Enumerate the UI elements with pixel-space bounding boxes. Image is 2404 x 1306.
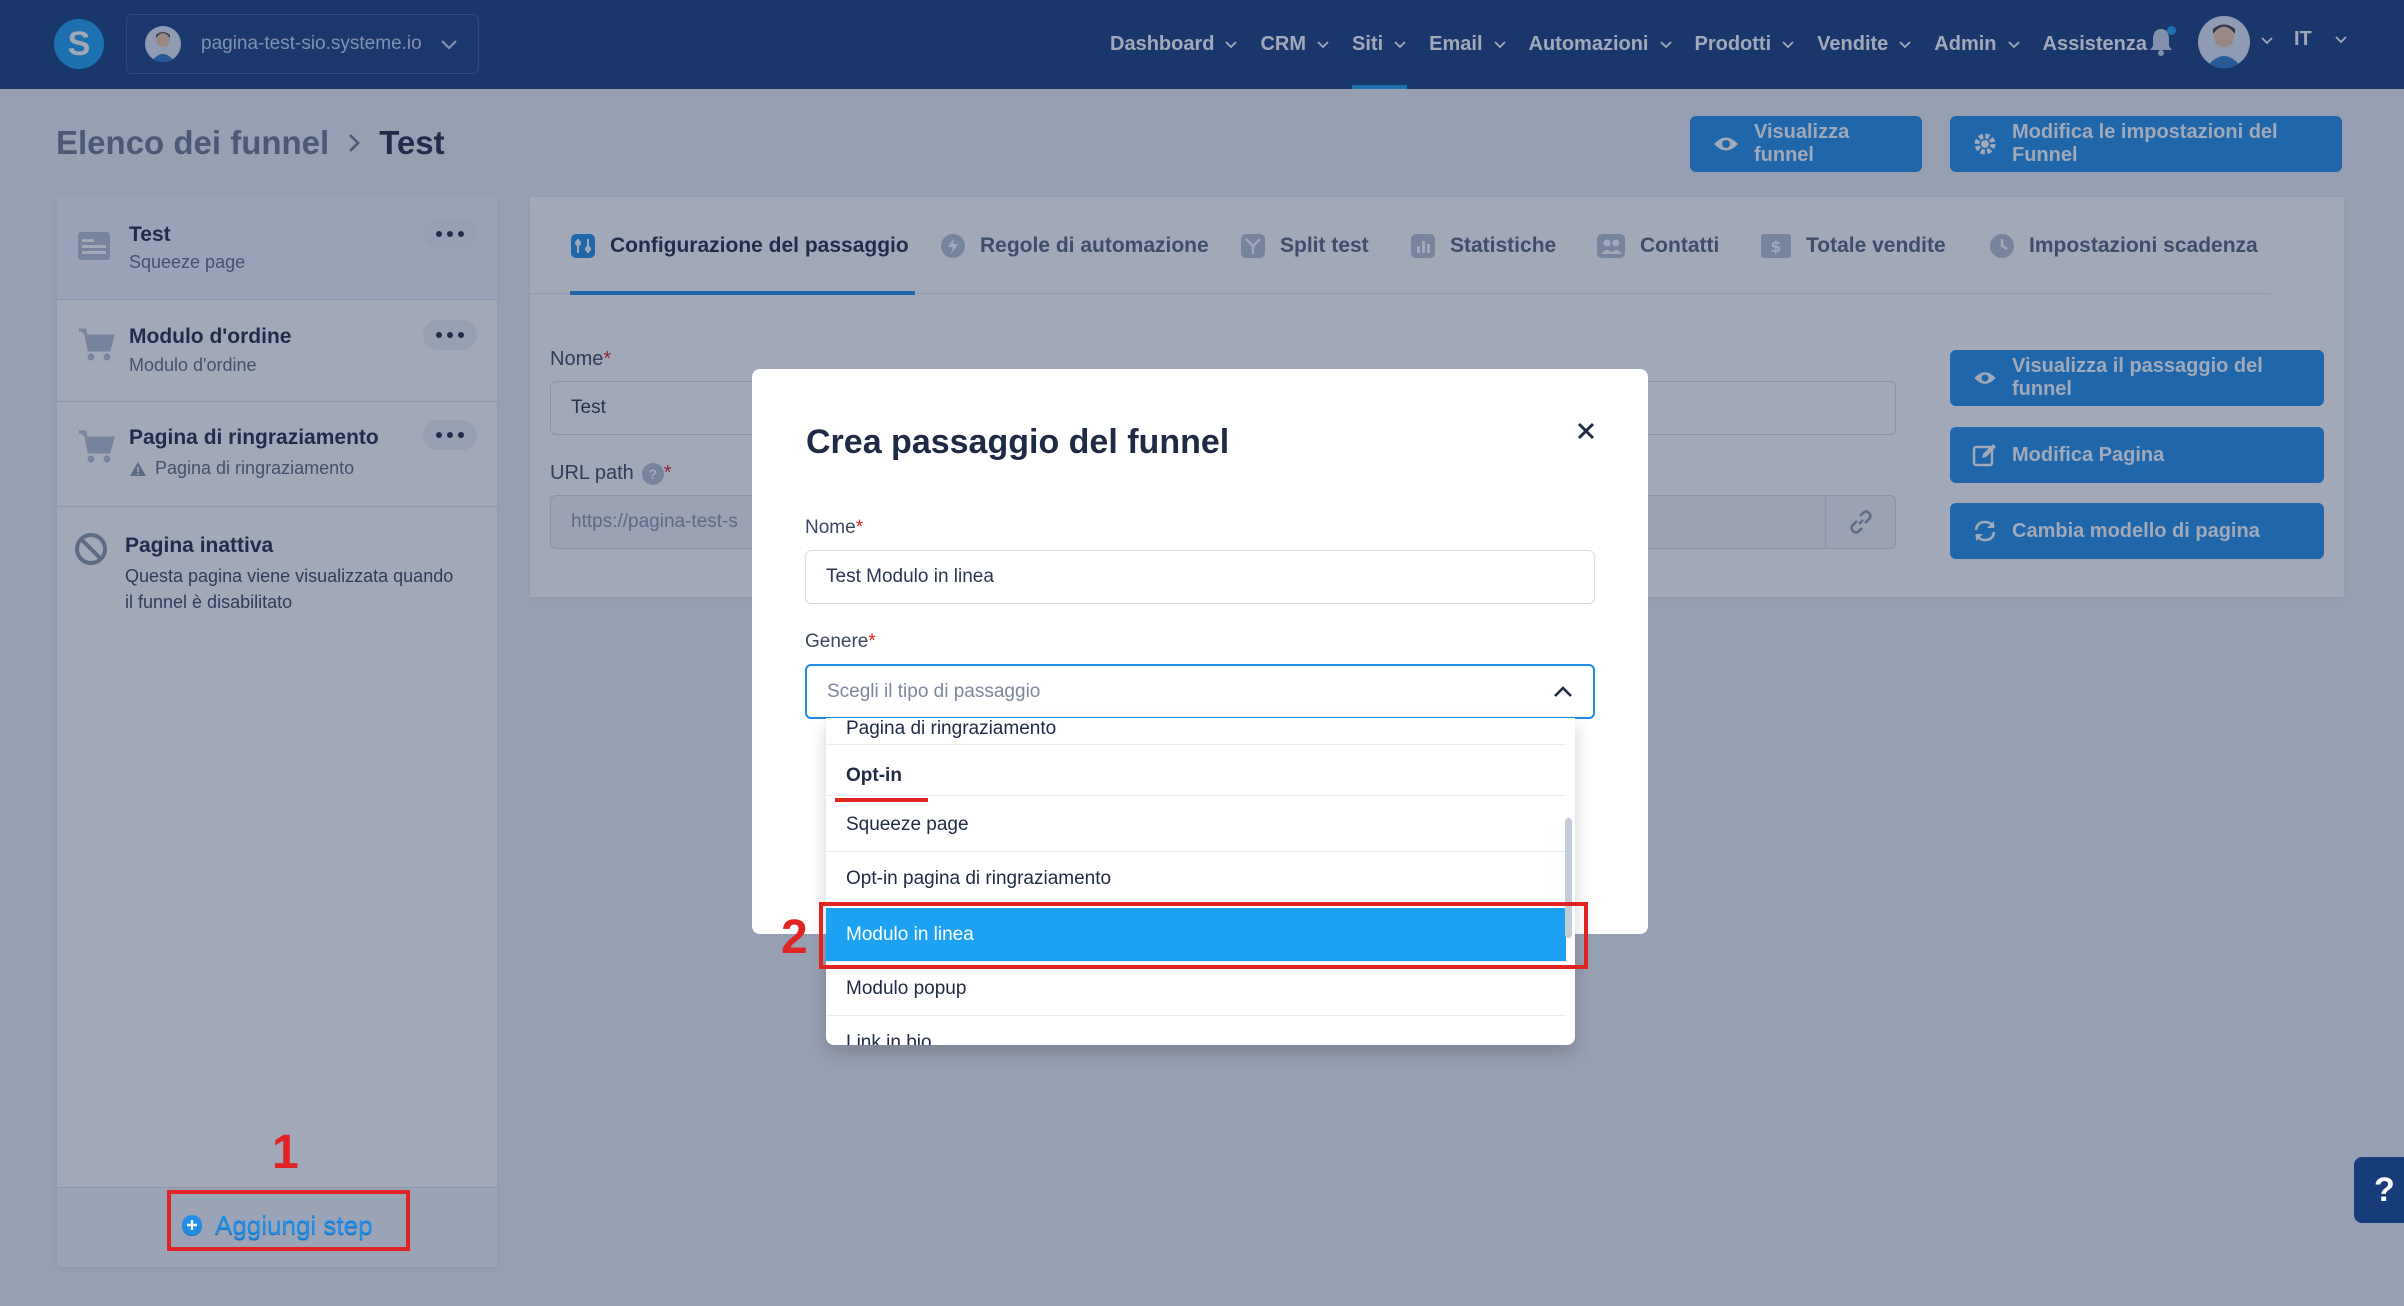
- dropdown-option[interactable]: Opt-in pagina di ringraziamento: [826, 852, 1566, 906]
- dropdown-option[interactable]: Modulo popup: [826, 962, 1566, 1016]
- step-type-select[interactable]: Scegli il tipo di passaggio: [805, 664, 1595, 719]
- dropdown-option[interactable]: Squeeze page: [826, 798, 1566, 852]
- modal-name-input[interactable]: Test Modulo in linea: [805, 550, 1595, 604]
- label-text: Genere: [805, 631, 869, 652]
- dropdown-option[interactable]: Pagina di ringraziamento: [826, 718, 1566, 745]
- annotation-number-1: 1: [272, 1126, 299, 1179]
- step-type-dropdown: Pagina di ringraziamento Opt-in Squeeze …: [826, 718, 1575, 1045]
- add-step-button-highlighted[interactable]: Aggiungi step: [181, 1207, 373, 1243]
- add-step-label: Aggiungi step: [215, 1209, 373, 1240]
- close-icon[interactable]: [1576, 421, 1596, 441]
- annotation-number-2: 2: [781, 911, 808, 964]
- select-placeholder: Scegli il tipo di passaggio: [827, 680, 1041, 702]
- required-mark: *: [855, 517, 864, 538]
- modal-name-label: Nome*: [805, 517, 863, 539]
- plus-circle-icon: [182, 1215, 202, 1235]
- label-text: Nome: [805, 517, 856, 538]
- modal-type-label: Genere*: [805, 631, 876, 653]
- dropdown-group-header: Opt-in: [826, 756, 1566, 796]
- annotation-underline-opt-in: [835, 798, 928, 802]
- required-mark: *: [868, 631, 876, 652]
- dropdown-option[interactable]: Link in bio: [826, 1016, 1566, 1046]
- help-button[interactable]: ?: [2354, 1157, 2404, 1223]
- chevron-up-icon: [1554, 685, 1572, 697]
- modal-title: Crea passaggio del funnel: [806, 423, 1230, 461]
- annotation-highlight-option: [819, 902, 1588, 969]
